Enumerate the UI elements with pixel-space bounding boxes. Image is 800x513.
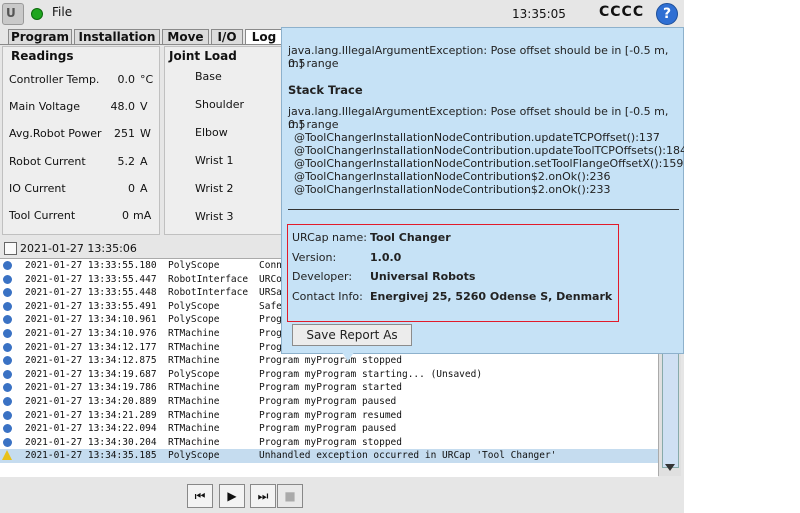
log-row[interactable]: 2021-01-27 13:34:20.889 RTMachine Program … xyxy=(0,395,658,409)
clock: 13:35:05 xyxy=(512,7,566,21)
step-button[interactable]: ⏭ xyxy=(250,484,276,508)
log-row[interactable]: 2021-01-27 13:34:30.204 RTMachine Program … xyxy=(0,436,658,450)
robot-status-icon[interactable] xyxy=(31,8,43,20)
info-icon xyxy=(3,369,12,379)
log-timestamp: 2021-01-27 13:35:06 xyxy=(20,242,137,255)
popup-pointer xyxy=(341,351,355,361)
joint-label-wrist1: Wrist 1 xyxy=(195,154,234,167)
stack-trace-title: Stack Trace xyxy=(288,83,363,97)
reading-label: Robot Current xyxy=(9,155,86,168)
reading-value: 251 xyxy=(114,127,135,140)
reading-unit: A xyxy=(140,182,148,195)
urcap-name: Tool Changer xyxy=(370,231,451,244)
urcap-developer: Universal Robots xyxy=(370,270,476,283)
stack-frame: @ToolChangerInstallationNodeContribution… xyxy=(294,131,660,144)
urcap-version: 1.0.0 xyxy=(370,251,402,264)
reading-unit: mA xyxy=(133,209,152,222)
info-icon xyxy=(3,437,12,447)
joint-label-wrist2: Wrist 2 xyxy=(195,182,234,195)
info-icon xyxy=(3,424,12,434)
exception-details-popup: java.lang.IllegalArgumentException: Pose… xyxy=(281,27,684,354)
file-menu[interactable]: File xyxy=(52,5,72,19)
joint-label-wrist3: Wrist 3 xyxy=(195,210,234,223)
tab-log[interactable]: Log xyxy=(245,29,283,44)
ur-logo: U xyxy=(2,3,24,25)
top-bar: U File 13:35:05 CCCC ? xyxy=(0,0,684,27)
scroll-down-icon[interactable] xyxy=(665,464,675,471)
info-icon xyxy=(3,383,12,393)
reading-value: 5.2 xyxy=(117,155,136,168)
report-icon xyxy=(4,242,17,255)
info-icon xyxy=(3,288,12,298)
log-row[interactable]: 2021-01-27 13:34:12.875 RTMachine Program … xyxy=(0,354,658,368)
info-icon xyxy=(3,356,12,366)
joint-load-title: Joint Load xyxy=(169,49,237,63)
joint-label-base: Base xyxy=(195,70,222,83)
save-report-button[interactable]: Save Report As xyxy=(292,324,412,346)
joint-load-panel: Joint Load Base Shoulder Elbow Wrist 1 W… xyxy=(164,46,282,235)
tab-installation[interactable]: Installation xyxy=(74,29,160,44)
warning-icon xyxy=(2,450,12,461)
log-row[interactable]: 2021-01-27 13:34:19.786 RTMachine Program … xyxy=(0,381,658,395)
reading-label: Tool Current xyxy=(9,209,76,222)
reading-label: Main Voltage xyxy=(9,100,81,113)
readings-panel: Readings Controller Temp. 0.0 °C Main Vo… xyxy=(2,46,160,235)
joint-label-shoulder: Shoulder xyxy=(195,98,244,111)
reading-value: 48.0 xyxy=(110,100,136,113)
info-icon xyxy=(3,329,12,338)
info-icon xyxy=(3,301,12,311)
info-label-contact: Contact Info: xyxy=(292,290,363,303)
scroll-thumb[interactable] xyxy=(662,346,679,468)
info-icon xyxy=(3,410,12,420)
reading-unit: W xyxy=(140,127,151,140)
reading-label: Avg.Robot Power xyxy=(9,127,102,140)
stack-exception: java.lang.IllegalArgumentException: Pose… xyxy=(288,105,669,131)
exception-message: java.lang.IllegalArgumentException: Pose… xyxy=(288,44,669,70)
help-icon[interactable]: ? xyxy=(656,3,678,25)
stop-button[interactable]: ■ xyxy=(277,484,303,508)
polyscope-window: U File 13:35:05 CCCC ? Program Installat… xyxy=(0,0,684,513)
info-icon xyxy=(3,397,12,406)
stack-frame: @ToolChangerInstallationNodeContribution… xyxy=(294,144,684,157)
robot-name: CCCC xyxy=(599,4,645,20)
reading-value: 0 xyxy=(122,209,129,222)
joint-label-elbow: Elbow xyxy=(195,126,228,139)
urcap-info-box: URCap name: Tool Changer Version: 1.0.0 … xyxy=(287,224,619,322)
reading-label: IO Current xyxy=(9,182,66,195)
info-label-version: Version: xyxy=(292,251,337,264)
log-row[interactable]: 2021-01-27 13:34:21.289 RTMachine Program … xyxy=(0,409,658,423)
stack-frame: @ToolChangerInstallationNodeContribution… xyxy=(294,157,684,170)
log-row[interactable]: 2021-01-27 13:34:22.094 RTMachine Program … xyxy=(0,422,658,436)
rewind-button[interactable]: ⏮ xyxy=(187,484,213,508)
reading-value: 0 xyxy=(128,182,135,195)
info-label-name: URCap name: xyxy=(292,231,367,244)
info-icon xyxy=(3,274,12,284)
info-label-developer: Developer: xyxy=(292,270,353,283)
log-row-selected[interactable]: 2021-01-27 13:34:35.185 PolyScope Unhandle… xyxy=(0,449,658,463)
tab-move[interactable]: Move xyxy=(162,29,209,44)
readings-title: Readings xyxy=(11,49,74,63)
tab-program[interactable]: Program xyxy=(8,29,72,44)
divider xyxy=(288,209,679,210)
stack-frame: @ToolChangerInstallationNodeContribution… xyxy=(294,183,611,196)
info-icon xyxy=(3,261,12,270)
info-icon xyxy=(3,315,12,325)
reading-value: 0.0 xyxy=(117,73,136,86)
reading-label: Controller Temp. xyxy=(9,73,100,86)
tab-io[interactable]: I/O xyxy=(211,29,243,44)
stack-exception-cont: m] range xyxy=(288,118,339,131)
reading-unit: A xyxy=(140,155,148,168)
urcap-contact: Energivej 25, 5260 Odense S, Denmark xyxy=(370,290,613,303)
play-button[interactable]: ▶ xyxy=(219,484,245,508)
log-row[interactable]: 2021-01-27 13:34:19.687 PolyScope Program … xyxy=(0,368,658,382)
reading-unit: V xyxy=(140,100,148,113)
exception-message-cont: m] range xyxy=(288,57,339,70)
info-icon xyxy=(3,342,12,352)
stack-frame: @ToolChangerInstallationNodeContribution… xyxy=(294,170,611,183)
reading-unit: °C xyxy=(140,73,154,86)
